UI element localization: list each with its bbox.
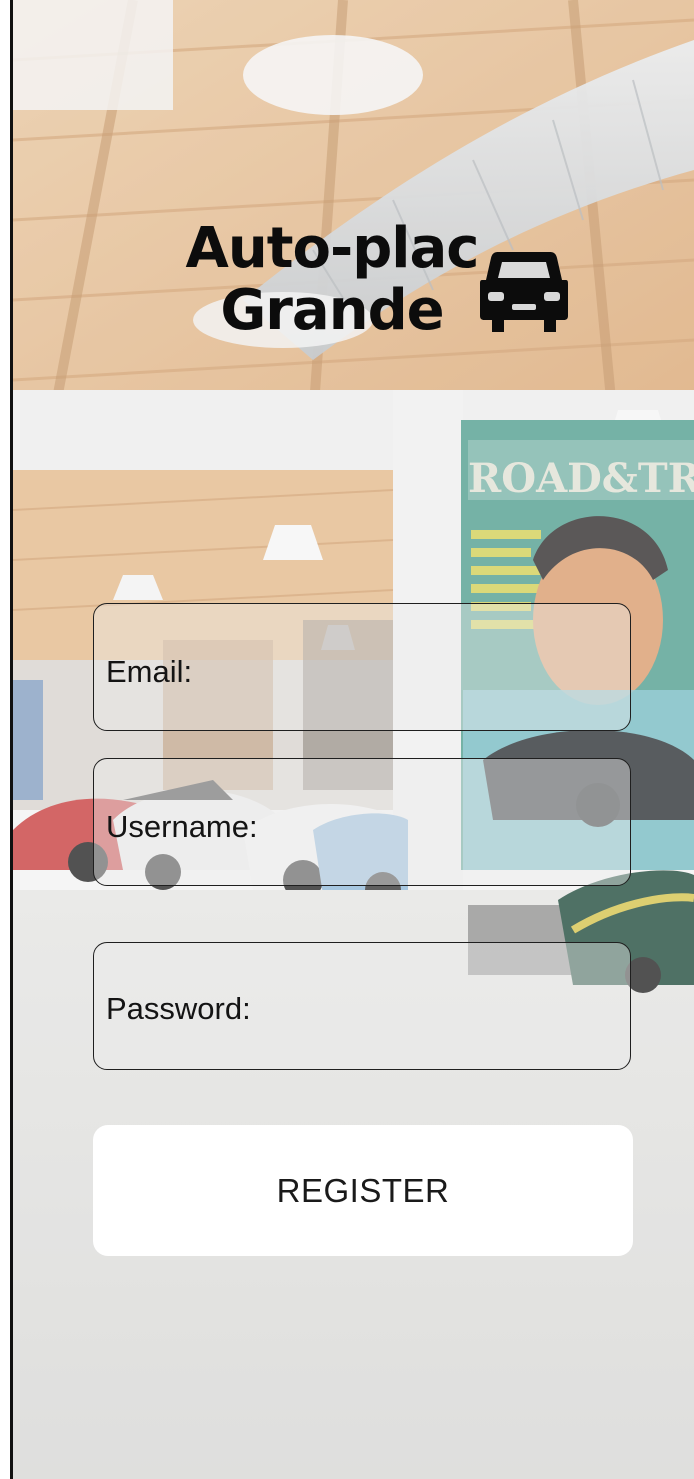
- brand-header: Auto-plac Grande: [182, 218, 582, 358]
- username-input[interactable]: [94, 759, 630, 885]
- app-title: Auto-plac Grande: [182, 218, 482, 342]
- app-title-line2: Grande: [220, 278, 444, 343]
- username-field[interactable]: Username:: [93, 758, 631, 886]
- register-screen: ROAD&TRACK: [0, 0, 694, 1479]
- email-input[interactable]: [94, 604, 630, 730]
- email-field[interactable]: Email:: [93, 603, 631, 731]
- app-title-line1: Auto-plac: [185, 216, 480, 281]
- car-icon: [480, 252, 568, 332]
- password-field[interactable]: Password:: [93, 942, 631, 1070]
- password-input[interactable]: [94, 943, 630, 1069]
- register-button[interactable]: REGISTER: [93, 1125, 633, 1256]
